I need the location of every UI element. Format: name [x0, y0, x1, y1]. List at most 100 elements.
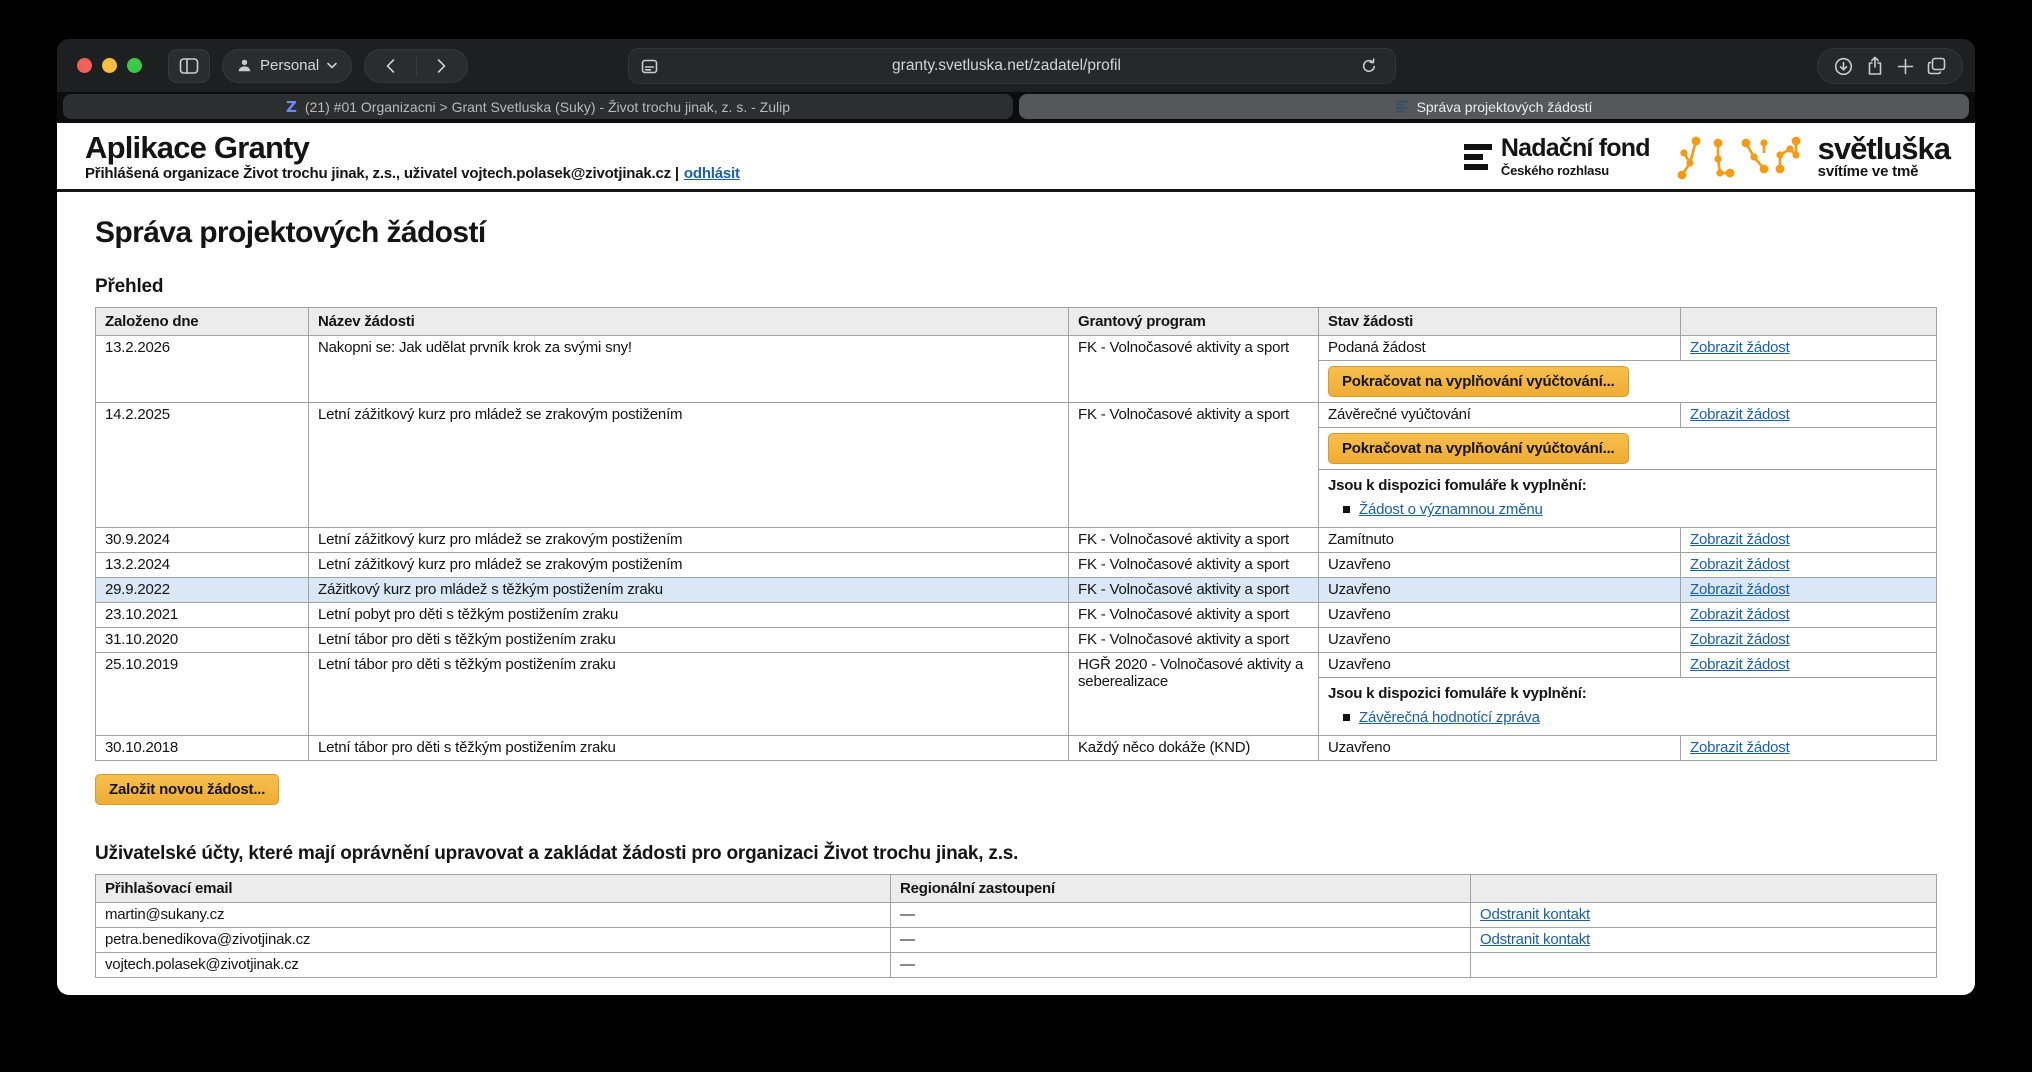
profile-label: Personal: [260, 57, 319, 74]
forms-list-item: Závěrečná hodnotící zpráva: [1343, 709, 1927, 726]
application-date: 14.2.2025: [96, 403, 309, 528]
user-region: —: [891, 903, 1471, 928]
user-email: vojtech.polasek@zivotjinak.cz: [96, 953, 891, 978]
application-date: 23.10.2021: [96, 603, 309, 628]
application-name: Zážitkový kurz pro mládež s těžkým posti…: [309, 578, 1069, 603]
application-forms-cell: Jsou k dispozici fomuláře k vyplnění:Žád…: [1319, 470, 1937, 528]
user-region: —: [891, 928, 1471, 953]
nadacni-fond-mark-icon: [1464, 144, 1492, 170]
new-application-wrap: Založit novou žádost...: [95, 774, 1937, 805]
svetluska-logo: světluška svítíme ve tmě: [1676, 133, 1950, 181]
forward-button[interactable]: [417, 50, 468, 82]
application-row: 14.2.2025Letní zážitkový kurz pro mládež…: [96, 403, 1937, 428]
view-application-link[interactable]: Zobrazit žádost: [1690, 739, 1790, 756]
new-application-button[interactable]: Založit novou žádost...: [95, 774, 279, 805]
applications-table: Založeno dneNázev žádostiGrantový progra…: [95, 307, 1937, 761]
application-date: 29.9.2022: [96, 578, 309, 603]
application-date: 30.9.2024: [96, 528, 309, 553]
view-application-link[interactable]: Zobrazit žádost: [1690, 406, 1790, 423]
view-application-link[interactable]: Zobrazit žádost: [1690, 656, 1790, 673]
forms-available-label: Jsou k dispozici fomuláře k vyplnění:: [1328, 685, 1927, 702]
remove-contact-link[interactable]: Odstranit kontakt: [1480, 931, 1590, 948]
user-row: petra.benedikova@zivotjinak.cz—Odstranit…: [96, 928, 1937, 953]
minimize-window-button[interactable]: [102, 58, 117, 73]
continue-settlement-button[interactable]: Pokračovat na vyplňování vyúčtování...: [1328, 433, 1629, 464]
users-table: Přihlašovací emailRegionální zastoupením…: [95, 874, 1937, 978]
application-row: 13.2.2026Nakopni se: Jak udělat prvník k…: [96, 336, 1937, 361]
continue-settlement-button[interactable]: Pokračovat na vyplňování vyúčtování...: [1328, 366, 1629, 397]
user-action-cell: [1471, 953, 1937, 978]
application-name: Letní zážitkový kurz pro mládež se zrako…: [309, 528, 1069, 553]
profile-menu-button[interactable]: Personal: [222, 49, 352, 83]
browser-toolbar: Personal granty.svetluska.net/zadatel/pr…: [57, 39, 1975, 92]
view-application-link[interactable]: Zobrazit žádost: [1690, 606, 1790, 623]
tab-title: (21) #01 Organizacni > Grant Svetluska (…: [305, 99, 790, 115]
share-button[interactable]: [1861, 52, 1889, 80]
column-header: Stav žádosti: [1319, 308, 1681, 336]
view-application-link[interactable]: Zobrazit žádost: [1690, 339, 1790, 356]
application-name: Letní tábor pro děti s těžkým postižením…: [309, 736, 1069, 761]
zulip-icon: Z: [286, 98, 297, 116]
application-date: 25.10.2019: [96, 653, 309, 736]
back-button[interactable]: [365, 50, 416, 82]
application-status: Uzavřeno: [1319, 736, 1681, 761]
column-header: [1471, 875, 1937, 903]
application-program: Každý něco dokáže (KND): [1069, 736, 1319, 761]
application-status: Uzavřeno: [1319, 578, 1681, 603]
tab-zulip[interactable]: Z (21) #01 Organizacni > Grant Svetluska…: [63, 94, 1013, 119]
form-link[interactable]: Žádost o významnou změnu: [1359, 501, 1543, 518]
view-application-link[interactable]: Zobrazit žádost: [1690, 581, 1790, 598]
browser-window: Personal granty.svetluska.net/zadatel/pr…: [57, 39, 1975, 995]
application-row: 25.10.2019Letní tábor pro děti s těžkým …: [96, 653, 1937, 678]
back-icon: [385, 58, 396, 74]
application-program: HGŘ 2020 - Volnočasové aktivity a sebere…: [1069, 653, 1319, 736]
application-status: Uzavřeno: [1319, 603, 1681, 628]
sidebar-icon: [179, 57, 199, 75]
chevron-down-icon: [327, 62, 337, 69]
application-button-cell: Pokračovat na vyplňování vyúčtování...: [1319, 428, 1937, 470]
remove-contact-link[interactable]: Odstranit kontakt: [1480, 906, 1590, 923]
application-date: 30.10.2018: [96, 736, 309, 761]
application-program: FK - Volnočasové aktivity a sport: [1069, 553, 1319, 578]
app-title: Aplikace Granty: [85, 131, 740, 164]
application-program: FK - Volnočasové aktivity a sport: [1069, 336, 1319, 403]
user-row: vojtech.polasek@zivotjinak.cz—: [96, 953, 1937, 978]
view-application-link[interactable]: Zobrazit žádost: [1690, 556, 1790, 573]
svetluska-text: světluška svítíme ve tmě: [1818, 134, 1950, 180]
logout-link[interactable]: odhlásit: [684, 165, 740, 182]
plus-icon: [1897, 58, 1914, 75]
zoom-window-button[interactable]: [127, 58, 142, 73]
reload-button[interactable]: [1355, 52, 1383, 80]
application-button-cell: Pokračovat na vyplňování vyúčtování...: [1319, 361, 1937, 403]
tab-overview-button[interactable]: [1923, 52, 1951, 80]
tab-granty-active[interactable]: Správa projektových žádostí: [1019, 94, 1969, 119]
application-date: 31.10.2020: [96, 628, 309, 653]
downloads-button[interactable]: [1830, 52, 1858, 80]
close-window-button[interactable]: [77, 58, 92, 73]
tabs-icon: [1927, 57, 1946, 75]
application-status: Závěrečné vyúčtování: [1319, 403, 1681, 428]
view-application-link[interactable]: Zobrazit žádost: [1690, 531, 1790, 548]
column-header: Založeno dne: [96, 308, 309, 336]
tab-title: Správa projektových žádostí: [1417, 99, 1593, 115]
application-action-cell: Zobrazit žádost: [1681, 736, 1937, 761]
application-name: Letní tábor pro děti s těžkým postižením…: [309, 628, 1069, 653]
user-email: martin@sukany.cz: [96, 903, 891, 928]
application-row: 23.10.2021Letní pobyt pro děti s těžkým …: [96, 603, 1937, 628]
application-name: Letní zážitkový kurz pro mládež se zrako…: [309, 553, 1069, 578]
application-action-cell: Zobrazit žádost: [1681, 603, 1937, 628]
application-date: 13.2.2026: [96, 336, 309, 403]
reload-icon: [1361, 58, 1377, 74]
application-date: 13.2.2024: [96, 553, 309, 578]
view-application-link[interactable]: Zobrazit žádost: [1690, 631, 1790, 648]
nadacni-fond-text: Nadační fond Českého rozhlasu: [1501, 136, 1650, 178]
form-link[interactable]: Závěrečná hodnotící zpráva: [1359, 709, 1540, 726]
bullet-icon: [1343, 714, 1350, 721]
new-tab-button[interactable]: [1892, 52, 1920, 80]
application-action-cell: Zobrazit žádost: [1681, 553, 1937, 578]
application-status: Uzavřeno: [1319, 653, 1681, 678]
nadacni-fond-logo: Nadační fond Českého rozhlasu: [1464, 136, 1650, 178]
application-status: Uzavřeno: [1319, 553, 1681, 578]
sidebar-toggle-button[interactable]: [168, 49, 210, 83]
address-bar[interactable]: granty.svetluska.net/zadatel/profil: [628, 48, 1396, 84]
